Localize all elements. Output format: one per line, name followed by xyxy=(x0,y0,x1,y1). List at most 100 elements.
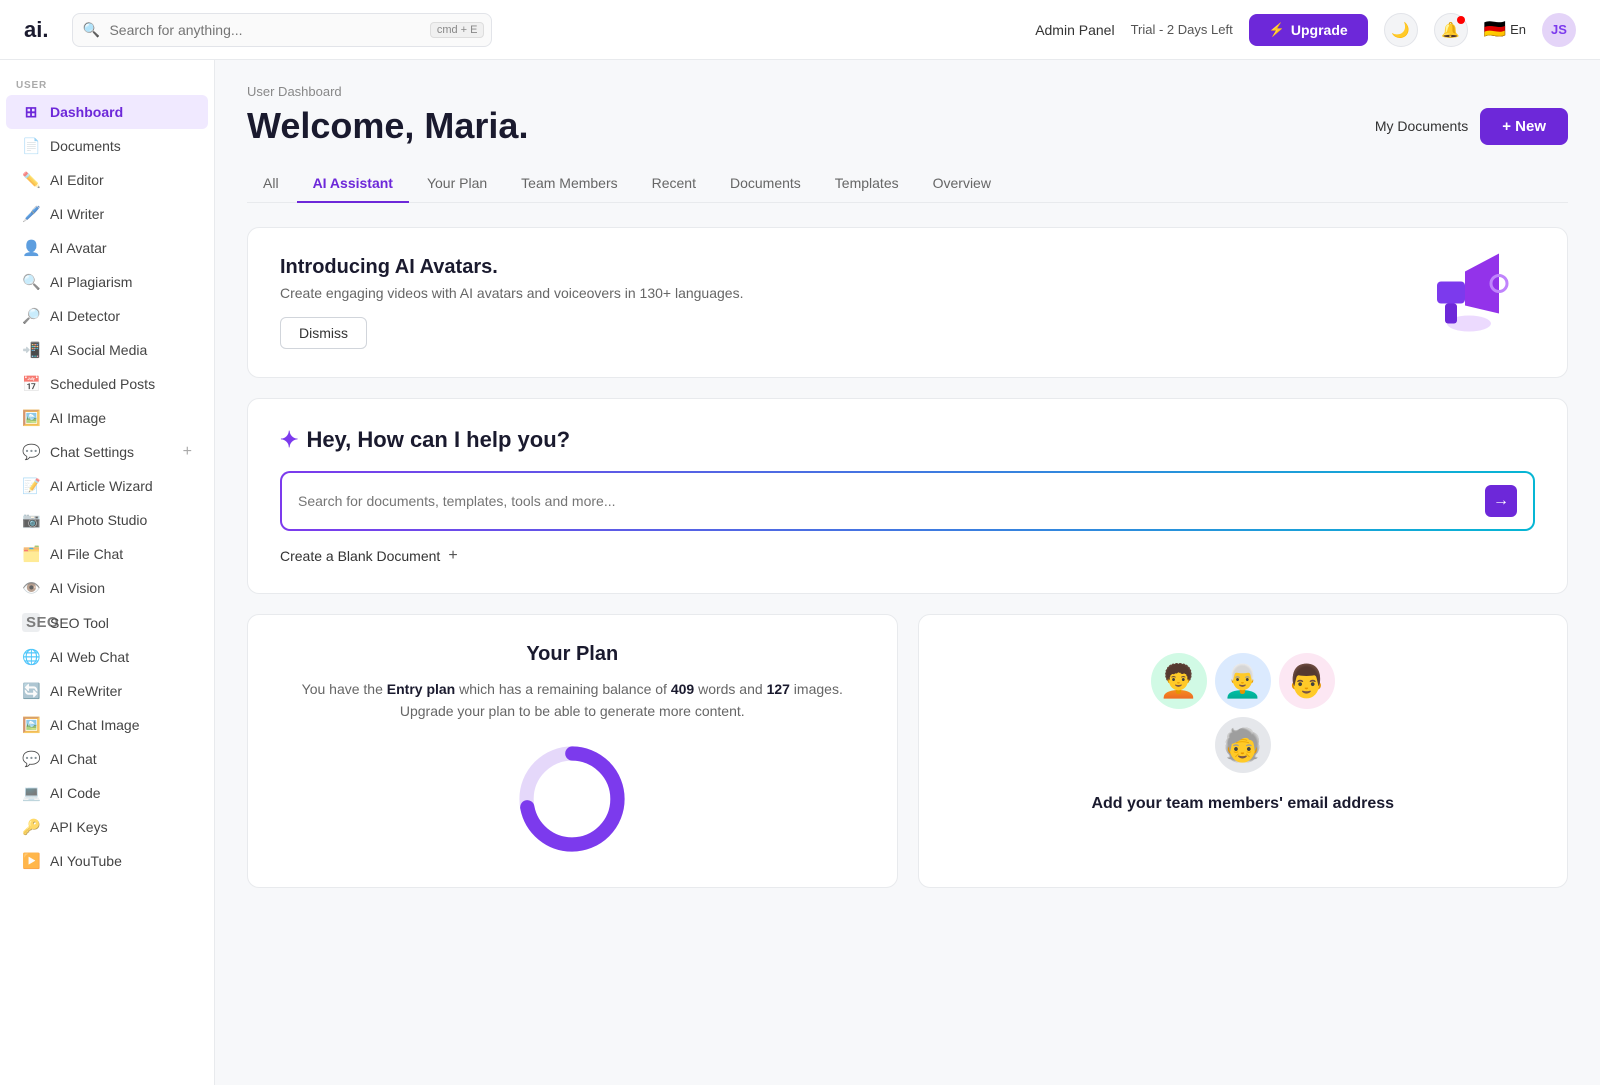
assistant-search-submit[interactable]: → xyxy=(1485,485,1517,517)
sidebar-item-label: Scheduled Posts xyxy=(50,376,192,392)
ai-youtube-icon: ▶️ xyxy=(22,852,40,870)
ai-photo-studio-icon: 📷 xyxy=(22,511,40,529)
notification-dot xyxy=(1457,16,1465,24)
sidebar-item-ai-rewriter[interactable]: 🔄 AI ReWriter xyxy=(6,674,208,708)
ai-article-wizard-icon: 📝 xyxy=(22,477,40,495)
sidebar-item-ai-file-chat[interactable]: 🗂️ AI File Chat xyxy=(6,537,208,571)
sidebar-item-label: AI Image xyxy=(50,410,192,426)
scheduled-posts-icon: 📅 xyxy=(22,375,40,393)
sidebar: USER ⊞ Dashboard 📄 Documents ✏️ AI Edito… xyxy=(0,60,215,1085)
sidebar-item-label: AI Photo Studio xyxy=(50,512,192,528)
ai-writer-icon: 🖊️ xyxy=(22,205,40,223)
upgrade-button[interactable]: ⚡ Upgrade xyxy=(1249,14,1368,46)
sidebar-item-scheduled-posts[interactable]: 📅 Scheduled Posts xyxy=(6,367,208,401)
documents-icon: 📄 xyxy=(22,137,40,155)
ai-vision-icon: 👁️ xyxy=(22,579,40,597)
sidebar-item-ai-detector[interactable]: 🔎 AI Detector xyxy=(6,299,208,333)
bolt-icon: ⚡ xyxy=(1269,22,1285,38)
app-root: ai. 🔍 cmd + E Admin Panel Trial - 2 Days… xyxy=(0,0,1600,1085)
search-kbd: cmd + E xyxy=(430,22,485,38)
ai-editor-icon: ✏️ xyxy=(22,171,40,189)
banner-title: Introducing AI Avatars. xyxy=(280,256,1535,279)
sidebar-item-label: AI Writer xyxy=(50,206,192,222)
chat-settings-plus-icon[interactable]: + xyxy=(183,443,192,461)
sidebar-item-label: AI Avatar xyxy=(50,240,192,256)
notifications-icon[interactable]: 🔔 xyxy=(1434,13,1468,47)
main-content: User Dashboard Welcome, Maria. My Docume… xyxy=(215,60,1600,1085)
ai-social-media-icon: 📲 xyxy=(22,341,40,359)
ai-file-chat-icon: 🗂️ xyxy=(22,545,40,563)
sidebar-item-ai-image[interactable]: 🖼️ AI Image xyxy=(6,401,208,435)
topbar-right: Admin Panel Trial - 2 Days Left ⚡ Upgrad… xyxy=(1035,13,1576,47)
sidebar-item-ai-writer[interactable]: 🖊️ AI Writer xyxy=(6,197,208,231)
sidebar-item-label: Chat Settings xyxy=(50,444,173,460)
tab-your-plan[interactable]: Your Plan xyxy=(411,165,503,203)
plan-donut-chart xyxy=(512,739,632,859)
ai-detector-icon: 🔎 xyxy=(22,307,40,325)
team-card-label: Add your team members' email address xyxy=(1091,795,1394,813)
sidebar-item-label: AI File Chat xyxy=(50,546,192,562)
sidebar-item-seo-tool[interactable]: SEO SEO Tool xyxy=(6,605,208,640)
sidebar-item-chat-settings[interactable]: 💬 Chat Settings + xyxy=(6,435,208,469)
sidebar-item-label: AI Vision xyxy=(50,580,192,596)
bottom-row: Your Plan You have the Entry plan which … xyxy=(247,614,1568,888)
tab-ai-assistant[interactable]: AI Assistant xyxy=(297,165,409,203)
sidebar-item-label: SEO Tool xyxy=(50,615,192,631)
user-avatar-button[interactable]: JS xyxy=(1542,13,1576,47)
hey-title-text: Hey, How can I help you? xyxy=(306,427,570,453)
tab-recent[interactable]: Recent xyxy=(636,165,712,203)
tab-team-members[interactable]: Team Members xyxy=(505,165,633,203)
create-blank-document[interactable]: Create a Blank Document + xyxy=(280,547,1535,565)
sidebar-item-label: AI ReWriter xyxy=(50,683,192,699)
sidebar-item-label: AI Chat Image xyxy=(50,717,192,733)
seo-tool-icon: SEO xyxy=(22,613,40,632)
sidebar-item-dashboard[interactable]: ⊞ Dashboard xyxy=(6,95,208,129)
sidebar-item-api-keys[interactable]: 🔑 API Keys xyxy=(6,810,208,844)
team-avatar-3: 👨 xyxy=(1279,653,1335,709)
sidebar-item-ai-code[interactable]: 💻 AI Code xyxy=(6,776,208,810)
new-document-button[interactable]: + New xyxy=(1480,108,1568,145)
sidebar-item-label: AI Article Wizard xyxy=(50,478,192,494)
sidebar-item-ai-chat[interactable]: 💬 AI Chat xyxy=(6,742,208,776)
tab-all[interactable]: All xyxy=(247,165,295,203)
plan-words: 409 xyxy=(671,681,694,697)
sidebar-item-ai-chat-image[interactable]: 🖼️ AI Chat Image xyxy=(6,708,208,742)
tab-documents[interactable]: Documents xyxy=(714,165,817,203)
sidebar-item-ai-social-media[interactable]: 📲 AI Social Media xyxy=(6,333,208,367)
sidebar-item-ai-avatar[interactable]: 👤 AI Avatar xyxy=(6,231,208,265)
sidebar-item-label: Dashboard xyxy=(50,104,192,120)
admin-panel-link[interactable]: Admin Panel xyxy=(1035,22,1114,38)
plan-name: Entry plan xyxy=(387,681,455,697)
sidebar-item-ai-plagiarism[interactable]: 🔍 AI Plagiarism xyxy=(6,265,208,299)
team-avatar-2: 👨‍🦳 xyxy=(1215,653,1271,709)
sidebar-item-ai-web-chat[interactable]: 🌐 AI Web Chat xyxy=(6,640,208,674)
language-selector[interactable]: 🇩🇪 En xyxy=(1484,19,1526,40)
trial-badge: Trial - 2 Days Left xyxy=(1131,22,1233,37)
dark-mode-toggle[interactable]: 🌙 xyxy=(1384,13,1418,47)
banner-megaphone-icon xyxy=(1419,243,1519,362)
ai-web-chat-icon: 🌐 xyxy=(22,648,40,666)
create-blank-label: Create a Blank Document xyxy=(280,548,440,564)
breadcrumb: User Dashboard xyxy=(247,84,1568,99)
team-card: 🧑‍🦱 👨‍🦳 👨 🧓 Add your team members' email… xyxy=(918,614,1569,888)
sidebar-item-label: AI Social Media xyxy=(50,342,192,358)
ai-chat-icon: 💬 xyxy=(22,750,40,768)
sidebar-item-ai-photo-studio[interactable]: 📷 AI Photo Studio xyxy=(6,503,208,537)
assistant-search-input[interactable] xyxy=(298,493,1485,509)
assistant-search-bar: → xyxy=(280,471,1535,531)
sidebar-item-documents[interactable]: 📄 Documents xyxy=(6,129,208,163)
sidebar-item-label: AI Detector xyxy=(50,308,192,324)
sidebar-item-ai-editor[interactable]: ✏️ AI Editor xyxy=(6,163,208,197)
tab-templates[interactable]: Templates xyxy=(819,165,915,203)
sidebar-item-ai-vision[interactable]: 👁️ AI Vision xyxy=(6,571,208,605)
ai-avatar-icon: 👤 xyxy=(22,239,40,257)
ai-code-icon: 💻 xyxy=(22,784,40,802)
my-documents-button[interactable]: My Documents xyxy=(1375,118,1468,134)
sidebar-item-ai-youtube[interactable]: ▶️ AI YouTube xyxy=(6,844,208,878)
ai-chat-image-icon: 🖼️ xyxy=(22,716,40,734)
sidebar-item-label: AI Plagiarism xyxy=(50,274,192,290)
tab-overview[interactable]: Overview xyxy=(917,165,1007,203)
page-header: Welcome, Maria. My Documents + New xyxy=(247,105,1568,147)
sidebar-item-ai-article-wizard[interactable]: 📝 AI Article Wizard xyxy=(6,469,208,503)
dismiss-button[interactable]: Dismiss xyxy=(280,317,367,349)
